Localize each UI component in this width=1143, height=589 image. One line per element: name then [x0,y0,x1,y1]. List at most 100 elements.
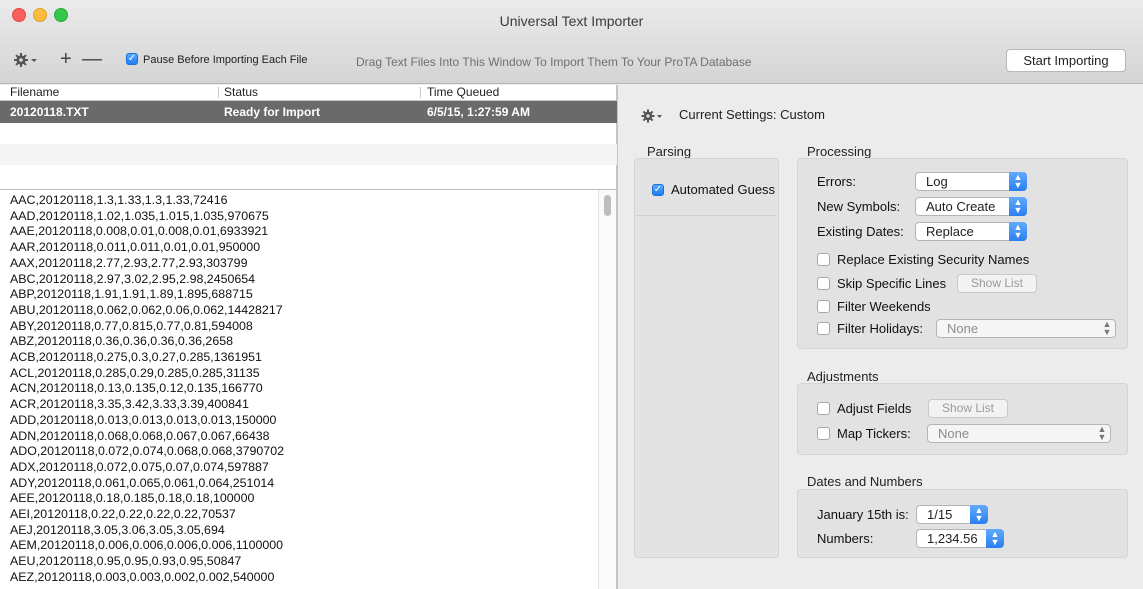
skip-lines-label: Skip Specific Lines [837,276,947,291]
number-format-popup[interactable]: 1,234.56 ▲ ▼ [916,529,1004,548]
jan15-label: January 15th is: [817,507,909,522]
preview-lines: AAC,20120118,1.3,1.33,1.3,1.33,72416 AAD,… [10,193,284,586]
replace-names-label: Replace Existing Security Names [837,252,1030,267]
map-tickers-popup[interactable]: None ▲ ▼ [927,424,1111,443]
replace-names-checkbox[interactable]: Replace Existing Security Names [817,252,1029,267]
window-title: Universal Text Importer [499,13,644,29]
preview-line: ABP,20120118,1.91,1.91,1.89,1.895,688715 [10,287,253,302]
checkmark-icon: ✓ [652,183,664,196]
scrollbar-thumb[interactable] [604,195,611,216]
processing-title: Processing [807,144,872,159]
popup-arrows-icon: ▲ ▼ [1009,172,1027,191]
number-format-value: 1,234.56 [927,531,978,546]
gear-icon[interactable] [13,52,39,70]
checkbox-box [817,253,830,267]
new-symbols-value: Auto Create [926,199,996,214]
column-header-status[interactable]: Status [224,85,258,100]
checkbox-box [817,322,830,336]
date-format-popup[interactable]: 1/15 ▲ ▼ [916,505,988,524]
preview-line: AEE,20120118,0.18,0.185,0.18,0.18,100000 [10,491,255,506]
remove-file-button[interactable]: — [82,49,102,69]
column-divider [218,87,219,98]
popup-arrows-icon: ▲ ▼ [1097,424,1107,442]
map-tickers-checkbox[interactable]: Map Tickers: [817,426,911,441]
filter-weekends-checkbox[interactable]: Filter Weekends [817,299,931,314]
row-status: Ready for Import [224,105,321,119]
holidays-popup[interactable]: None ▲ ▼ [936,319,1116,338]
preview-line: AEI,20120118,0.22,0.22,0.22,0.22,70537 [10,507,236,522]
preview-line: AEJ,20120118,3.05,3.06,3.05,3.05,694 [10,522,225,537]
popup-arrows-icon: ▲ ▼ [1102,319,1112,337]
add-file-button[interactable]: + [60,49,72,69]
preview-line: AAD,20120118,1.02,1.035,1.015,1.035,9706… [10,208,269,223]
preview-line: ABY,20120118,0.77,0.815,0.77,0.81,594008 [10,318,253,333]
popup-arrows-icon: ▲ ▼ [986,529,1004,548]
checkbox-box [817,427,830,441]
preview-line: ABZ,20120118,0.36,0.36,0.36,0.36,2658 [10,334,233,349]
existing-dates-value: Replace [926,224,974,239]
preview-line: ADN,20120118,0.068,0.068,0.067,0.067,664… [10,428,270,443]
pane-divider[interactable] [617,85,618,589]
settings-gear-icon[interactable] [641,108,665,124]
checkbox-box [817,300,830,314]
adjustments-panel [797,383,1128,455]
file-queue-table[interactable]: Filename Status Time Queued 20120118.TXT… [0,85,617,189]
automated-guess-checkbox[interactable]: ✓ Automated Guess [652,182,775,197]
map-tickers-label: Map Tickers: [837,426,911,441]
new-symbols-popup[interactable]: Auto Create ▲ ▼ [915,197,1027,216]
dates-numbers-title: Dates and Numbers [807,474,923,489]
errors-popup[interactable]: Log ▲ ▼ [915,172,1027,191]
checkbox-box [817,277,830,291]
importer-window: Universal Text Importer + — ✓ Pause Befor… [0,0,1143,589]
date-format-value: 1/15 [927,507,953,522]
file-preview-text[interactable]: AAC,20120118,1.3,1.33,1.3,1.33,72416 AAD,… [0,189,617,589]
parsing-divider [636,215,776,216]
empty-row [0,144,617,165]
existing-dates-label: Existing Dates: [817,224,904,239]
column-header-filename[interactable]: Filename [10,85,59,100]
errors-value: Log [926,174,948,189]
adjust-fields-checkbox[interactable]: Adjust Fields [817,401,911,416]
pause-label: Pause Before Importing Each File [143,54,308,66]
preview-line: ACN,20120118,0.13,0.135,0.12,0.135,16677… [10,381,263,396]
preview-line: ADX,20120118,0.072,0.075,0.07,0.074,5978… [10,459,269,474]
preview-line: AEU,20120118,0.95,0.95,0.93,0.95,50847 [10,554,242,569]
preview-line: ABU,20120118,0.062,0.062,0.06,0.062,1442… [10,302,283,317]
column-header-time-queued[interactable]: Time Queued [427,85,499,100]
adjust-show-list-button[interactable]: Show List [928,399,1008,418]
skip-show-list-button[interactable]: Show List [957,274,1037,293]
row-time-queued: 6/5/15, 1:27:59 AM [427,105,530,119]
preview-line: ABC,20120118,2.97,3.02,2.95,2.98,2450654 [10,271,256,286]
adjust-fields-label: Adjust Fields [837,401,912,416]
preview-line: AAR,20120118,0.011,0.011,0.01,0.01,95000… [10,240,261,255]
automated-guess-label: Automated Guess [671,182,776,197]
filter-holidays-checkbox[interactable]: Filter Holidays: [817,321,923,336]
parsing-panel [634,158,779,558]
skip-lines-checkbox[interactable]: Skip Specific Lines [817,276,946,291]
checkmark-icon: ✓ [126,53,138,66]
new-symbols-label: New Symbols: [817,199,901,214]
preview-line: AAE,20120118,0.008,0.01,0.008,0.01,69339… [10,224,269,239]
popup-arrows-icon: ▲ ▼ [970,505,988,524]
pause-before-import-checkbox[interactable]: ✓ Pause Before Importing Each File [126,53,308,66]
preview-line: ADO,20120118,0.072,0.074,0.068,0.068,379… [10,444,284,459]
existing-dates-popup[interactable]: Replace ▲ ▼ [915,222,1027,241]
row-filename: 20120118.TXT [10,105,89,119]
title-toolbar: Universal Text Importer + — ✓ Pause Befor… [0,0,1143,84]
start-importing-button[interactable]: Start Importing [1006,49,1126,72]
current-settings-label: Current Settings: Custom [679,107,825,122]
preview-line: ADY,20120118,0.061,0.065,0.061,0.064,251… [10,475,275,490]
preview-line: ACB,20120118,0.275,0.3,0.27,0.285,136195… [10,350,262,365]
filter-holidays-label: Filter Holidays: [837,321,923,336]
holidays-value: None [947,321,979,336]
checkbox-box [817,402,830,416]
preview-line: AEM,20120118,0.006,0.006,0.006,0.006,110… [10,538,284,553]
parsing-title: Parsing [647,144,692,159]
preview-line: AAX,20120118,2.77,2.93,2.77,2.93,303799 [10,255,248,270]
adjustments-title: Adjustments [807,369,879,384]
popup-arrows-icon: ▲ ▼ [1009,197,1027,216]
filter-weekends-label: Filter Weekends [837,299,931,314]
preview-scrollbar[interactable] [598,190,616,589]
table-row[interactable]: 20120118.TXT Ready for Import 6/5/15, 1:… [0,101,617,123]
preview-line: ACR,20120118,3.35,3.42,3.33,3.39,400841 [10,397,249,412]
